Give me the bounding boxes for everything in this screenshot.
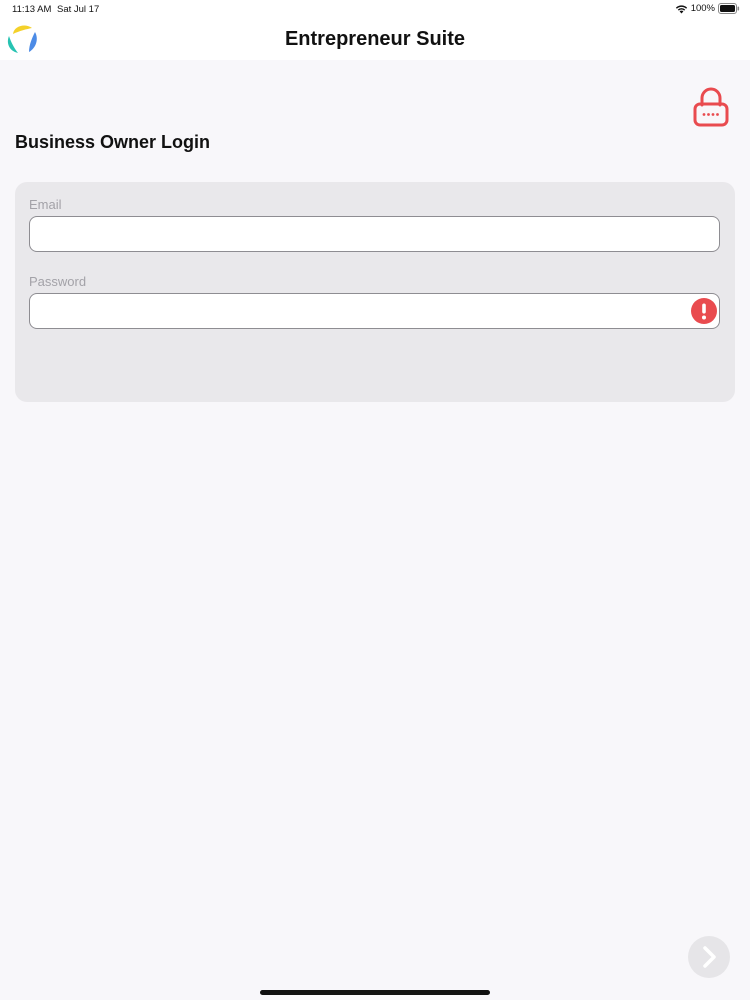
lock-icon [693,87,729,127]
wifi-icon [675,4,687,13]
login-screen: 11:13 AM Sat Jul 17 100% Entrepreneur Su… [0,0,750,1000]
next-button[interactable] [688,936,730,978]
status-bar: 11:13 AM Sat Jul 17 100% [0,0,750,20]
status-right: 100% [675,3,740,14]
email-field[interactable] [29,216,720,252]
battery-percent: 100% [690,3,715,14]
home-indicator [260,990,490,995]
lock-button[interactable] [692,86,730,128]
nav-title: Entrepreneur Suite [284,28,466,50]
status-date: Sat Jul 17 [57,4,100,15]
password-label: Password [29,274,87,289]
exclamation-circle-icon [691,298,717,324]
page-title: Business Owner Login [15,132,211,152]
battery-icon [718,3,740,14]
email-label: Email [29,197,62,212]
password-field[interactable] [29,293,720,329]
status-time: 11:13 AM [12,4,52,15]
chevron-right-icon [703,946,716,968]
nav-bar: Entrepreneur Suite [0,20,750,60]
login-card: Email Password [15,182,735,402]
